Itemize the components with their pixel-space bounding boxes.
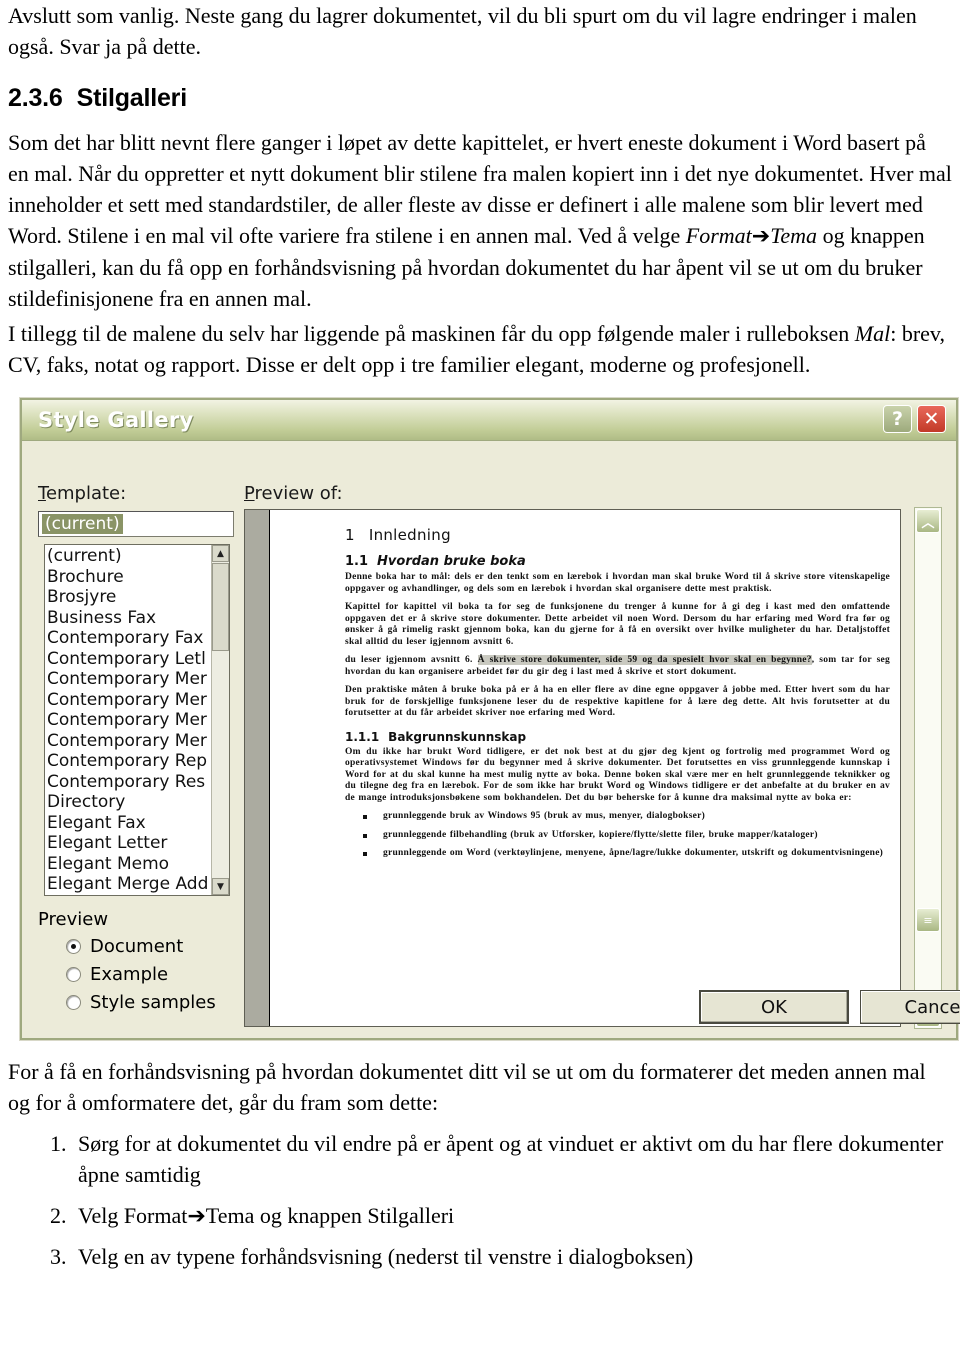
- preview-radio-group: Preview Document Example Style samples: [38, 909, 216, 1020]
- preview-bullet-list: grunnleggende bruk av Windows 95 (bruk a…: [361, 811, 896, 860]
- list-item: Sørg for at dokumentet du vil endre på e…: [72, 1128, 952, 1190]
- page-title: 2.3.6 Stilgalleri: [8, 84, 952, 113]
- radio-label: Style samples: [90, 992, 216, 1013]
- template-selected-value: (current): [42, 514, 123, 534]
- radio-option-example[interactable]: Example: [66, 964, 216, 985]
- dialog-body: Template: Preview of: (current) (current…: [22, 441, 960, 1039]
- list-item: grunnleggende filbehandling (bruk av Utf…: [361, 830, 890, 842]
- preview-group-label: Preview: [38, 909, 109, 930]
- after-image-paragraph: For å få en forhåndsvisning på hvordan d…: [8, 1059, 926, 1115]
- style-gallery-dialog[interactable]: Style Gallery ? ✕ Template: Preview of: …: [20, 398, 960, 1040]
- list-item[interactable]: Contemporary Fax: [47, 628, 211, 649]
- scroll-down-icon[interactable]: ▼: [212, 878, 229, 895]
- list-item[interactable]: Brosjyre: [47, 587, 211, 608]
- scrollbar-thumb[interactable]: ≡: [916, 908, 940, 932]
- radio-icon[interactable]: [66, 967, 81, 982]
- radio-icon[interactable]: [66, 995, 81, 1010]
- ok-button[interactable]: OK: [699, 990, 849, 1024]
- preview-highlight: Å skrive store dokumenter, side 59 og da…: [477, 655, 812, 665]
- radio-option-document[interactable]: Document: [66, 936, 216, 957]
- dialog-title: Style Gallery: [38, 408, 194, 432]
- list-item[interactable]: Contemporary Res: [47, 772, 211, 793]
- body-paragraph-2: I tillegg til de malene du selv har ligg…: [8, 318, 952, 380]
- preview-paragraph: Denne boka har to mål: dels er den tenkt…: [345, 572, 890, 594]
- scroll-up-icon[interactable]: ▲: [212, 545, 229, 562]
- template-combobox[interactable]: (current): [38, 511, 234, 537]
- scroll-up-icon[interactable]: ︿: [916, 509, 940, 533]
- list-item[interactable]: Contemporary Mer: [47, 731, 211, 752]
- help-icon[interactable]: ?: [883, 405, 912, 433]
- preview-paragraph: Om du ikke har brukt Word tidligere, er …: [345, 746, 890, 803]
- preview-h2-number: 1.1: [345, 554, 369, 569]
- list-item[interactable]: Elegant Memo: [47, 854, 211, 875]
- list-item: Velg Format➔Tema og knappen Stilgalleri: [72, 1200, 952, 1231]
- template-listbox[interactable]: (current) Brochure Brosjyre Business Fax…: [44, 544, 230, 896]
- radio-label: Example: [90, 964, 169, 985]
- arrow-icon: ➔: [751, 224, 771, 249]
- listbox-scrollbar[interactable]: ▲ ▼: [211, 545, 229, 895]
- listbox-scroll-thumb[interactable]: [212, 563, 229, 651]
- template-list-items[interactable]: (current) Brochure Brosjyre Business Fax…: [47, 546, 211, 895]
- preview-paragraph-highlighted: du leser igjennom avsnitt 6. Å skrive st…: [345, 655, 890, 678]
- radio-icon[interactable]: [66, 939, 81, 954]
- steps-list: Sørg for at dokumentet du vil endre på e…: [8, 1128, 952, 1272]
- preview-heading-1: 1 Innledning: [345, 526, 896, 544]
- preview-document: 1 Innledning 1.1 Hvordan bruke boka Denne …: [273, 514, 896, 1026]
- list-item[interactable]: Business Fax: [47, 608, 211, 629]
- heading-number: 2.3.6: [8, 84, 63, 112]
- close-icon[interactable]: ✕: [917, 405, 946, 433]
- list-item[interactable]: Elegant Merge Add: [47, 874, 211, 895]
- list-item[interactable]: (current): [47, 546, 211, 567]
- heading-title: Stilgalleri: [76, 84, 188, 112]
- preview-page-margin: [245, 510, 270, 1026]
- list-item[interactable]: Directory: [47, 792, 211, 813]
- radio-option-style-samples[interactable]: Style samples: [66, 992, 216, 1013]
- preview-pane[interactable]: 1 Innledning 1.1 Hvordan bruke boka Denne …: [244, 509, 901, 1027]
- list-item[interactable]: Contemporary Mer: [47, 690, 211, 711]
- preview-h3-title: Bakgrunnskunnskap: [388, 729, 527, 744]
- preview-p3-pre: du leser igjennom avsnitt 6.: [345, 655, 478, 665]
- list-item[interactable]: Contemporary Rep: [47, 751, 211, 772]
- list-item: grunnleggende om Word (verktøylinjene, m…: [361, 848, 890, 860]
- list-item[interactable]: Elegant Fax: [47, 813, 211, 834]
- document-page: Avslutt som vanlig. Neste gang du lagrer…: [0, 0, 960, 1356]
- list-item[interactable]: Brochure: [47, 567, 211, 588]
- radio-label: Document: [90, 936, 184, 957]
- list-item[interactable]: Contemporary Mer: [47, 710, 211, 731]
- body-1-tema-term: Tema: [770, 223, 818, 248]
- cancel-button[interactable]: Cancel: [860, 990, 960, 1024]
- preview-h3-number: 1.1.1: [345, 729, 380, 744]
- intro-paragraph: Avslutt som vanlig. Neste gang du lagrer…: [8, 3, 917, 59]
- list-item: grunnleggende bruk av Windows 95 (bruk a…: [361, 811, 890, 823]
- preview-of-label: Preview of:: [244, 483, 343, 504]
- body-2-mal-term: Mal: [854, 321, 891, 346]
- body-paragraph-1: Som det har blitt nevnt flere ganger i l…: [8, 127, 952, 314]
- preview-scrollbar[interactable]: ︿ ≡ ﹀: [914, 507, 942, 1029]
- template-label: Template:: [38, 483, 127, 504]
- preview-h2-title: Hvordan bruke boka: [377, 554, 526, 569]
- preview-heading-3: 1.1.1 Bakgrunnskunnskap: [345, 730, 896, 744]
- preview-h1-number: 1: [345, 526, 355, 544]
- list-item[interactable]: Contemporary Letl: [47, 649, 211, 670]
- preview-paragraph: Kapittel for kapittel vil boka ta for se…: [345, 602, 890, 647]
- list-item[interactable]: Contemporary Mer: [47, 669, 211, 690]
- preview-heading-2: 1.1 Hvordan bruke boka: [345, 554, 896, 569]
- preview-h1-title: Innledning: [368, 526, 451, 544]
- list-item: Velg en av typene forhåndsvisning (neder…: [72, 1241, 952, 1272]
- body-2-part-a: I tillegg til de malene du selv har ligg…: [8, 321, 855, 346]
- preview-paragraph: Den praktiske måten å bruke boka på er å…: [345, 685, 890, 718]
- body-1-format-term: Format: [685, 223, 752, 248]
- list-item[interactable]: Elegant Letter: [47, 833, 211, 854]
- dialog-titlebar[interactable]: Style Gallery ? ✕: [22, 400, 956, 441]
- titlebar-buttons: ? ✕: [883, 405, 946, 433]
